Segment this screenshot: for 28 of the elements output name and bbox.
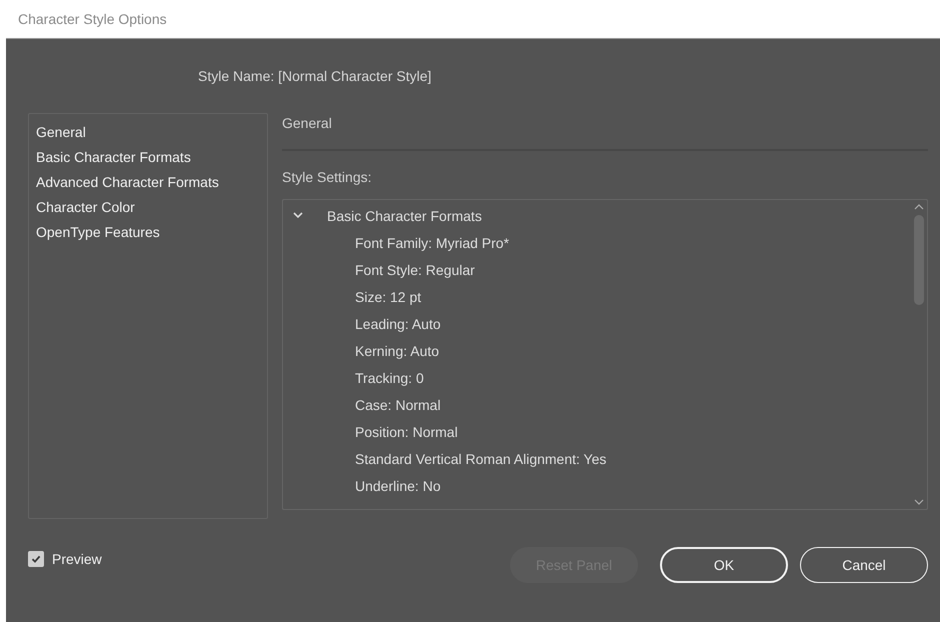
style-name: Style Name: [Normal Character Style]	[198, 68, 432, 84]
setting-text: Size: 12 pt	[355, 288, 422, 304]
setting-text: Tracking: 0	[355, 370, 424, 386]
setting-text: Font Family: Myriad Pro*	[355, 234, 510, 250]
setting-text: Leading: Auto	[355, 316, 441, 332]
preview-checkbox[interactable]	[28, 551, 44, 567]
setting-text: Kerning: Auto	[355, 342, 440, 358]
setting-text: Case: Normal	[355, 396, 441, 412]
category-item[interactable]: OpenType Features	[29, 219, 267, 244]
settings-label: Style Settings:	[282, 169, 372, 185]
setting-text: Standard Vertical Roman Alignment: Yes	[355, 450, 606, 466]
window-title: Character Style Options	[18, 11, 167, 27]
section-title: General	[282, 115, 332, 131]
setting-text: Underline: No	[355, 478, 441, 494]
scroll-up-icon[interactable]	[914, 204, 924, 210]
setting-text: Font Style: Regular	[355, 262, 475, 278]
preview-label: Preview	[52, 551, 102, 567]
chevron-icon[interactable]	[293, 212, 303, 219]
dialog-button[interactable]: Cancel	[800, 547, 928, 583]
dialog-button[interactable]: OK	[660, 547, 788, 583]
check-icon	[30, 553, 42, 565]
scroll-down-icon[interactable]	[914, 499, 924, 505]
category-item[interactable]: Basic Character Formats	[29, 144, 267, 169]
category-item[interactable]: General	[29, 119, 267, 144]
group-label: Basic Character Formats	[327, 208, 482, 224]
category-item[interactable]: Character Color	[29, 194, 267, 219]
category-item[interactable]: Advanced Character Formats	[29, 169, 267, 194]
setting-text: Position: Normal	[355, 424, 458, 440]
